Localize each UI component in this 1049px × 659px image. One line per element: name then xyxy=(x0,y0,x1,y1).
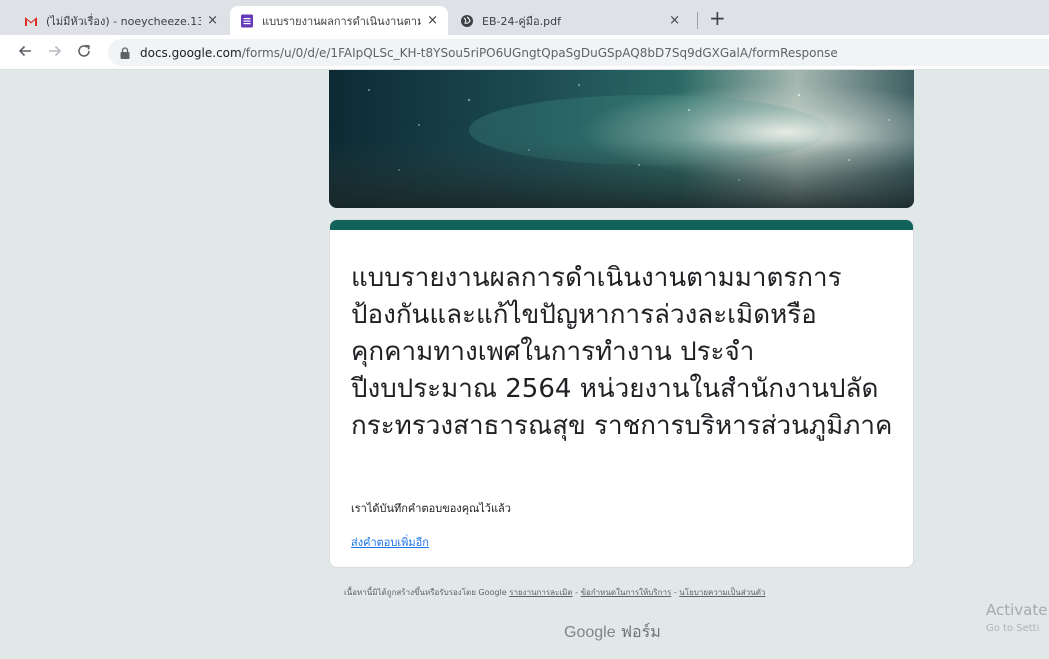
globe-icon xyxy=(460,14,474,28)
header-image xyxy=(329,70,914,208)
google-forms-logo[interactable]: Google ฟอร์ม xyxy=(564,620,661,645)
separator: - xyxy=(673,588,677,597)
tab-separator xyxy=(697,12,698,29)
separator: - xyxy=(575,588,579,597)
tab-pdf[interactable]: EB-24-คู่มือ.pdf × xyxy=(450,6,690,35)
windows-activation-watermark: Activate xyxy=(986,601,1048,619)
address-bar[interactable]: docs.google.com/forms/u/0/d/e/1FAIpQLSc_… xyxy=(108,39,1049,66)
submit-another-response-link[interactable]: ส่งคำตอบเพิ่มอีก xyxy=(351,533,429,551)
lock-icon[interactable] xyxy=(120,46,130,59)
privacy-link[interactable]: นโยบายความเป็นส่วนตัว xyxy=(679,588,765,597)
google-forms-icon xyxy=(240,14,254,28)
tab-title: EB-24-คู่มือ.pdf xyxy=(482,14,561,28)
tab-title: (ไม่มีหัวเรื่อง) - noeycheeze.13258@ xyxy=(46,14,202,28)
report-abuse-link[interactable]: รายงานการละเมิด xyxy=(509,588,572,597)
tab-close-button[interactable]: × xyxy=(207,13,218,28)
logo-google-text: Google xyxy=(564,624,616,641)
tab-title: แบบรายงานผลการดำเนินงานตามมาตรการ xyxy=(262,14,422,28)
page-content: แบบรายงานผลการดำเนินงานตามมาตรการป้องกัน… xyxy=(0,70,1049,659)
form-accent-bar xyxy=(330,220,913,230)
reload-icon[interactable] xyxy=(76,43,92,63)
form-card: แบบรายงานผลการดำเนินงานตามมาตรการป้องกัน… xyxy=(329,219,914,568)
url-path: /forms/u/0/d/e/1FAIpQLSc_KH-t8YSou5riPO6… xyxy=(241,45,838,60)
back-arrow-icon[interactable] xyxy=(17,43,33,63)
tab-strip: (ไม่มีหัวเรื่อง) - noeycheeze.13258@ × แ… xyxy=(0,0,1049,35)
tab-gmail[interactable]: (ไม่มีหัวเรื่อง) - noeycheeze.13258@ × xyxy=(14,6,228,35)
footer-disclaimer: เนื้อหานี้มิได้ถูกสร้างขึ้นหรือรับรองโดย… xyxy=(344,586,904,599)
url-host: docs.google.com xyxy=(140,45,242,60)
tab-google-forms[interactable]: แบบรายงานผลการดำเนินงานตามมาตรการ × xyxy=(230,6,448,35)
logo-forms-text: ฟอร์ม xyxy=(620,622,661,641)
tab-close-button[interactable]: × xyxy=(669,13,680,28)
terms-link[interactable]: ข้อกำหนดในการให้บริการ xyxy=(581,588,672,597)
browser-toolbar: docs.google.com/forms/u/0/d/e/1FAIpQLSc_… xyxy=(0,35,1049,70)
form-title: แบบรายงานผลการดำเนินงานตามมาตรการป้องกัน… xyxy=(351,263,893,441)
forward-arrow-icon[interactable] xyxy=(47,43,63,63)
new-tab-button[interactable]: + xyxy=(709,8,726,28)
confirmation-message: เราได้บันทึกคำตอบของคุณไว้แล้ว xyxy=(351,502,511,515)
disclaimer-text: เนื้อหานี้มิได้ถูกสร้างขึ้นหรือรับรองโดย… xyxy=(344,588,507,597)
windows-activation-subtext: Go to Setti xyxy=(986,623,1040,634)
gmail-icon xyxy=(24,14,38,28)
tab-close-button[interactable]: × xyxy=(427,13,438,28)
